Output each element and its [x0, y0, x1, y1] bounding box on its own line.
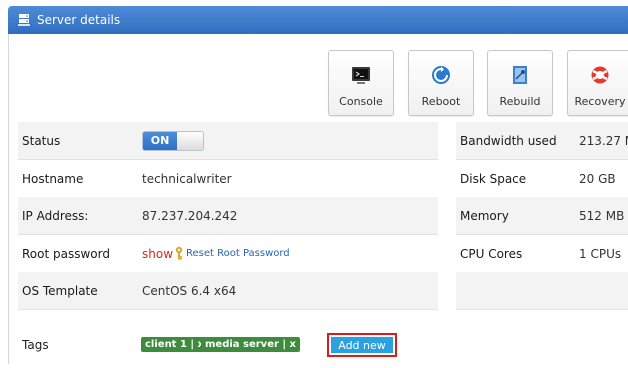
tags-label: Tags — [22, 338, 49, 352]
window-titlebar: Server details — [8, 6, 628, 34]
root-password-label: Root password — [22, 247, 110, 261]
os-template-label: OS Template — [22, 284, 98, 298]
status-toggle-on: ON — [143, 132, 177, 150]
memory-value: 512 MB — [579, 209, 625, 223]
status-label: Status — [22, 134, 61, 148]
add-new-tag-button[interactable]: Add new tag — [331, 337, 393, 368]
add-new-tag-highlight: Add new tag — [327, 333, 397, 368]
disk-space-label: Disk Space — [460, 172, 527, 186]
show-password-link[interactable]: show — [142, 247, 173, 261]
tag-client-1[interactable]: client 1 | x — [141, 337, 208, 352]
os-template-row: OS Template CentOS 6.4 x64 — [18, 272, 438, 310]
hostname-row: Hostname technicalwriter — [18, 160, 438, 198]
status-row: Status ON — [18, 122, 438, 160]
tag-media-server[interactable]: media server | x — [201, 337, 300, 352]
rebuild-button[interactable]: Rebuild — [487, 50, 553, 116]
reboot-icon — [432, 66, 450, 84]
reset-root-password-link[interactable]: Reset Root Password — [186, 248, 290, 259]
resources-empty-row — [456, 272, 628, 310]
recovery-button-label: Recovery — [574, 95, 626, 108]
console-button[interactable]: Console — [328, 50, 394, 116]
recovery-button[interactable]: Recovery — [567, 50, 628, 116]
disk-space-row: Disk Space 20 GB — [456, 160, 628, 198]
ip-address-row: IP Address: 87.237.204.242 — [18, 197, 438, 235]
bandwidth-value: 213.27 MB — [579, 134, 628, 148]
status-toggle-knob — [177, 132, 203, 150]
lifebuoy-icon — [591, 66, 609, 84]
console-button-label: Console — [339, 95, 383, 108]
reboot-button[interactable]: Reboot — [408, 50, 474, 116]
console-icon — [352, 67, 370, 84]
cpu-cores-row: CPU Cores 1 CPUs — [456, 235, 628, 273]
ip-address-label: IP Address: — [22, 209, 89, 223]
window-title: Server details — [37, 13, 121, 27]
server-details-window: Server details Console Reboot Rebuild Re… — [0, 0, 628, 368]
server-icon — [18, 14, 30, 26]
memory-row: Memory 512 MB — [456, 197, 628, 235]
rebuild-icon — [513, 66, 527, 84]
ip-address-value: 87.237.204.242 — [142, 209, 238, 223]
root-password-row: Root password show Reset Root Password — [18, 235, 438, 273]
cpu-cores-value: 1 CPUs — [579, 247, 622, 261]
disk-space-value: 20 GB — [579, 172, 616, 186]
bandwidth-label: Bandwidth used — [460, 134, 557, 148]
rebuild-button-label: Rebuild — [499, 95, 541, 108]
hostname-label: Hostname — [22, 172, 84, 186]
status-toggle[interactable]: ON — [142, 131, 204, 151]
cpu-cores-label: CPU Cores — [460, 247, 523, 261]
reboot-button-label: Reboot — [421, 95, 461, 108]
key-icon — [175, 246, 183, 260]
bandwidth-row: Bandwidth used 213.27 MB — [456, 122, 628, 160]
memory-label: Memory — [460, 209, 509, 223]
os-template-value: CentOS 6.4 x64 — [142, 284, 237, 298]
hostname-value: technicalwriter — [142, 172, 232, 186]
